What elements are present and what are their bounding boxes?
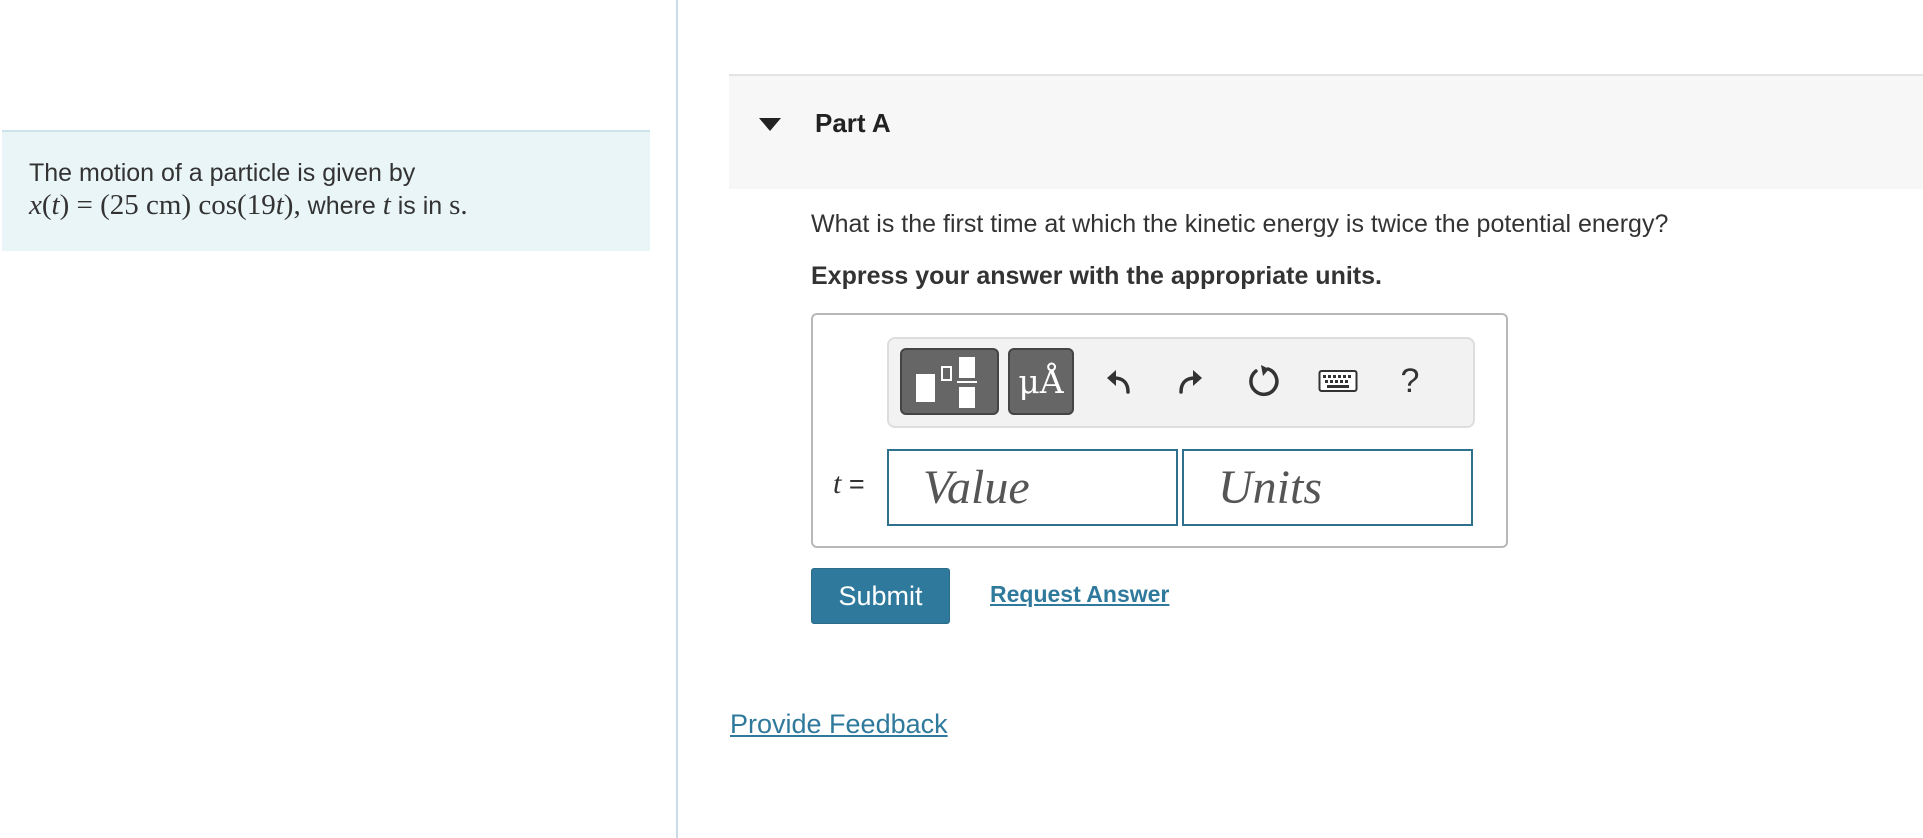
math-toolbar: μÅ ? (887, 337, 1475, 428)
question-text: What is the first time at which the kine… (811, 210, 1669, 238)
redo-icon (1179, 370, 1202, 394)
units-icon: μÅ (1018, 362, 1064, 401)
eq-lhs: x (29, 189, 42, 221)
equals-sign: = (841, 469, 865, 499)
problem-pane: The motion of a particle is given by x(t… (0, 0, 676, 838)
where-text: where (300, 192, 383, 220)
value-input[interactable] (887, 449, 1178, 526)
reset-icon (1249, 365, 1279, 397)
where-var: t (382, 189, 391, 221)
problem-intro: The motion of a particle is given by (29, 159, 416, 187)
part-a-header[interactable]: Part A (729, 74, 1923, 189)
instruction-text: Express your answer with the appropriate… (811, 262, 1382, 290)
redo-button[interactable] (1165, 353, 1215, 409)
problem-statement: The motion of a particle is given by x(t… (2, 130, 650, 251)
collapse-caret-icon[interactable] (759, 118, 781, 131)
part-title: Part A (815, 108, 891, 138)
where-suffix: is in (390, 192, 450, 220)
pane-divider (676, 0, 678, 838)
eq-cos-var: t (275, 189, 284, 221)
undo-button[interactable] (1094, 353, 1144, 409)
eq-arg: t (51, 189, 60, 221)
problem-equation: x(t) = (25 cm) cos(19t), where t is in s… (29, 189, 650, 222)
units-button[interactable]: μÅ (1008, 348, 1074, 415)
eq-amplitude: = (25 cm) (76, 189, 192, 221)
undo-icon (1107, 370, 1130, 394)
equation: x(t) = (25 cm) cos(19t), (29, 189, 301, 221)
keyboard-icon (1318, 370, 1358, 392)
eq-close: ), (283, 189, 301, 221)
reset-button[interactable] (1239, 353, 1289, 409)
request-answer-link[interactable]: Request Answer (990, 581, 1169, 608)
templates-button[interactable] (900, 348, 999, 415)
answer-box: μÅ ? t = Value Units (811, 313, 1508, 548)
answer-variable-label: t = (833, 467, 865, 501)
keyboard-button[interactable] (1313, 353, 1363, 409)
provide-feedback-link[interactable]: Provide Feedback (730, 709, 948, 740)
eq-cos: cos(19 (198, 189, 276, 221)
help-icon: ? (1400, 361, 1420, 400)
time-unit: s. (449, 189, 468, 221)
help-button[interactable]: ? (1385, 353, 1435, 409)
submit-button[interactable]: Submit (811, 568, 950, 624)
units-input[interactable] (1182, 449, 1473, 526)
